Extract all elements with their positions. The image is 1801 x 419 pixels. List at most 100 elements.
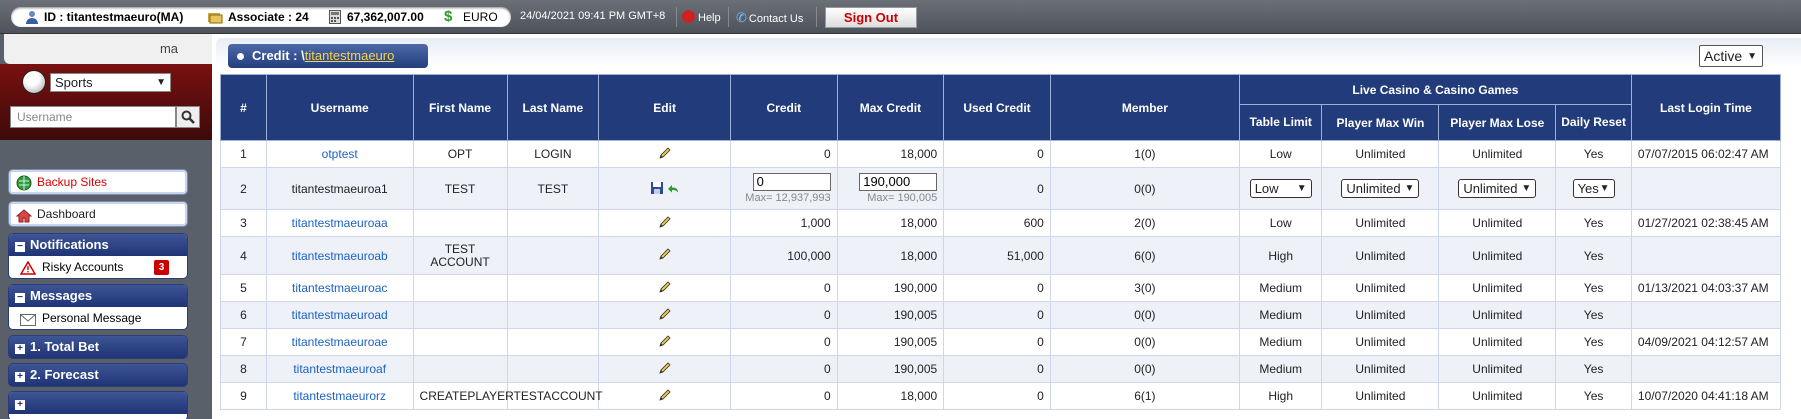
row-max-credit: 18,000 — [836, 209, 945, 237]
edit-pencil-icon[interactable] — [598, 140, 732, 168]
row-last-name — [506, 328, 600, 356]
max-credit-input[interactable]: 190,000 — [859, 173, 938, 191]
expand-icon: + — [15, 344, 25, 354]
row-max-credit: 18,000 — [836, 382, 945, 410]
edit-pencil-icon[interactable] — [598, 274, 732, 302]
row-username-link[interactable]: titantestmaeuroab — [265, 236, 414, 275]
chevron-down-icon: ▼ — [1747, 51, 1757, 62]
edit-pencil-icon[interactable] — [598, 382, 732, 410]
col-last-login: Last Login Time — [1630, 74, 1782, 141]
next-panel[interactable]: + — [8, 391, 188, 419]
messages-header[interactable]: − Messages — [9, 285, 187, 307]
forecast-header[interactable]: +2. Forecast — [9, 364, 187, 386]
row-player-max-lose: Unlimited — [1438, 382, 1557, 410]
edit-pencil-icon[interactable] — [598, 236, 732, 275]
row-used-credit: 600 — [943, 209, 1051, 237]
notifications-header[interactable]: − Notifications — [9, 234, 187, 256]
row-member: 6(0) — [1049, 236, 1240, 275]
edit-pencil-icon[interactable] — [598, 209, 732, 237]
table-row: 5 titantestmaeuroac 0 190,000 0 3(0) Medium Unl… — [220, 274, 1782, 302]
risky-accounts-item[interactable]: Risky Accounts 3 — [9, 256, 187, 278]
row-credit: 0 Max= 12,937,993 — [730, 167, 838, 210]
col-table-limit: Table Limit — [1238, 104, 1323, 141]
associate-label: Associate : 24 — [228, 10, 309, 24]
row-last-name: TESTACCOUNT — [506, 382, 603, 410]
row-daily-reset: Yes — [1555, 355, 1632, 383]
notifications-panel: − Notifications Risky Accounts 3 — [8, 233, 188, 279]
contact-link[interactable]: ✆ Contact Us — [736, 10, 803, 26]
next-panel-header[interactable]: + — [9, 392, 187, 414]
col-edit: Edit — [598, 74, 732, 141]
row-username-link[interactable]: titantestmaeuroaa — [265, 209, 414, 237]
table-limit-select[interactable]: Low ▼ — [1249, 179, 1312, 198]
total-bet-panel[interactable]: +1. Total Bet — [8, 335, 188, 359]
search-button[interactable] — [176, 106, 200, 128]
row-first-name: OPT — [412, 140, 508, 168]
username-search-input[interactable]: Username — [10, 106, 176, 128]
chevron-down-icon: ▼ — [1404, 183, 1415, 194]
bullet-icon — [237, 53, 244, 60]
sidebar-header: ma — [4, 34, 212, 64]
col-member: Member — [1049, 74, 1240, 141]
row-member: 0(0) — [1049, 328, 1240, 356]
row-daily-reset: Yes ▼ — [1555, 167, 1632, 210]
undo-icon[interactable] — [667, 184, 679, 194]
personal-message-item[interactable]: Personal Message — [9, 307, 187, 329]
row-username-link[interactable]: otptest — [265, 140, 414, 168]
warning-icon — [19, 260, 37, 278]
backup-sites-button[interactable]: Backup Sites — [8, 169, 188, 195]
edit-pencil-icon[interactable] — [598, 355, 732, 383]
table-row: 1 otptest OPT LOGIN 0 18,000 0 1(0) Low Unlimited… — [220, 140, 1782, 168]
table-row: 8 titantestmaeuroaf 0 190,005 0 0(0) Medium Unl… — [220, 355, 1782, 383]
table-row: 9 titantestmaeurorz CREATEPLAYER TESTACCOUN… — [220, 382, 1782, 410]
row-last-login — [1630, 301, 1782, 329]
credit-input[interactable]: 0 — [752, 173, 831, 191]
col-number: # — [220, 74, 267, 141]
sport-select[interactable]: Sports ▼ — [50, 73, 171, 92]
row-username-link[interactable]: titantestmaeurorz — [265, 382, 414, 410]
divider — [728, 7, 729, 27]
row-first-name — [412, 328, 508, 356]
row-daily-reset: Yes — [1555, 301, 1632, 329]
dashboard-label: Dashboard — [37, 207, 96, 221]
row-table-limit: Low — [1238, 140, 1323, 168]
row-number: 8 — [220, 355, 267, 383]
row-player-max-lose: Unlimited — [1438, 301, 1557, 329]
sport-select-value: Sports — [55, 75, 93, 90]
forecast-panel[interactable]: +2. Forecast — [8, 363, 188, 387]
row-username-link[interactable]: titantestmaeuroad — [265, 301, 414, 329]
row-used-credit: 0 — [943, 328, 1051, 356]
total-bet-header[interactable]: +1. Total Bet — [9, 336, 187, 358]
total-bet-title: 1. Total Bet — [30, 339, 100, 354]
help-link[interactable]: Help — [682, 10, 721, 24]
contact-label: Contact Us — [748, 13, 804, 25]
col-player-max-lose: Player Max Lose — [1438, 104, 1557, 141]
save-icon[interactable] — [650, 181, 664, 195]
row-player-max-win: Unlimited — [1321, 328, 1440, 356]
edit-pencil-icon[interactable] — [598, 301, 732, 329]
dashboard-button[interactable]: Dashboard — [8, 201, 188, 227]
risky-accounts-label: Risky Accounts — [42, 260, 124, 274]
max-win-select[interactable]: Unlimited ▼ — [1341, 179, 1420, 198]
row-last-name — [506, 355, 600, 383]
edit-pencil-icon[interactable] — [598, 328, 732, 356]
row-username-link[interactable]: titantestmaeuroae — [265, 328, 414, 356]
daily-reset-select[interactable]: Yes ▼ — [1572, 179, 1615, 198]
signout-button[interactable]: Sign Out — [825, 7, 917, 28]
max-lose-select[interactable]: Unlimited ▼ — [1458, 179, 1537, 198]
row-username-link[interactable]: titantestmaeuroaf — [265, 355, 414, 383]
collapse-icon: − — [15, 293, 25, 303]
expand-icon: + — [15, 372, 25, 382]
row-last-login: 01/13/2021 04:03:37 AM — [1630, 274, 1782, 302]
breadcrumb-link[interactable]: titantestmaeuro — [305, 48, 395, 63]
globe-icon — [16, 175, 32, 191]
row-username-link[interactable]: titantestmaeuroac — [265, 274, 414, 302]
collapse-icon: − — [15, 242, 25, 252]
backup-sites-label: Backup Sites — [37, 175, 108, 189]
calculator-icon — [329, 10, 341, 27]
row-player-max-win: Unlimited — [1321, 209, 1440, 237]
status-select-value: Active — [1704, 48, 1743, 64]
row-daily-reset: Yes — [1555, 328, 1632, 356]
chevron-down-icon: ▼ — [1296, 183, 1307, 194]
status-select[interactable]: Active ▼ — [1699, 45, 1763, 67]
